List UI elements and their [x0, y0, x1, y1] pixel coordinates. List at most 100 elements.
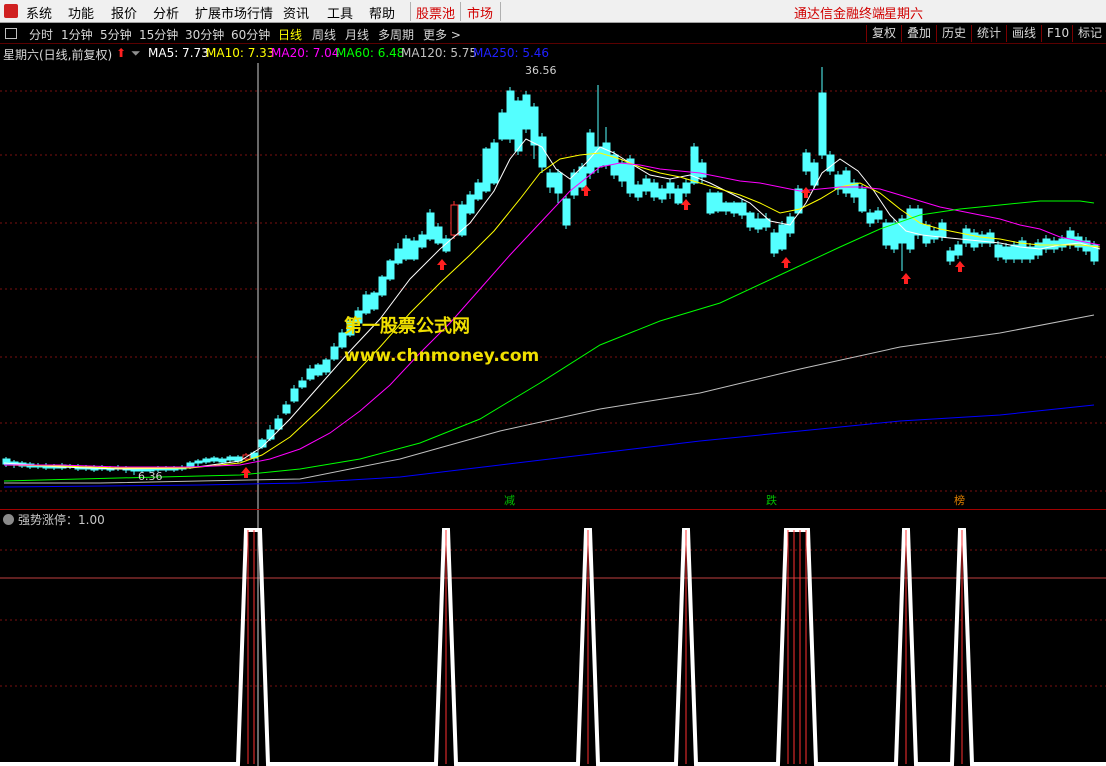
- candle: [450, 201, 459, 239]
- period-tab-more[interactable]: 更多 >: [423, 26, 461, 43]
- period-tab-15min[interactable]: 15分钟: [139, 26, 178, 43]
- candle: [874, 207, 883, 223]
- candle: [554, 169, 563, 203]
- candle-body: [202, 458, 211, 463]
- candle-body: [650, 182, 659, 198]
- draw-line-button[interactable]: 画线: [1006, 25, 1041, 42]
- candle-body: [842, 170, 851, 194]
- history-button[interactable]: 历史: [936, 25, 971, 42]
- period-tab-monthly[interactable]: 月线: [345, 26, 369, 43]
- statistics-button[interactable]: 统计: [971, 25, 1006, 42]
- candle-body: [634, 184, 643, 198]
- candle: [514, 97, 523, 155]
- candle-body: [850, 182, 859, 198]
- menu-analysis[interactable]: 分析: [153, 3, 179, 22]
- candle-body: [554, 172, 563, 194]
- dropdown-icon[interactable]: ⏷: [131, 46, 141, 61]
- candle: [394, 243, 403, 265]
- period-tab-60min[interactable]: 60分钟: [231, 26, 270, 43]
- candle: [482, 147, 491, 193]
- candle: [1002, 243, 1011, 263]
- candle: [330, 343, 339, 361]
- candle-body: [586, 132, 595, 174]
- candle-body: [410, 240, 419, 260]
- candle-body: [418, 234, 427, 248]
- period-tab-weekly[interactable]: 周线: [312, 26, 336, 43]
- candle-body: [506, 90, 515, 140]
- menu-help[interactable]: 帮助: [369, 3, 395, 22]
- candle-body: [474, 182, 483, 200]
- candle-body: [482, 148, 491, 192]
- period-tab-5min[interactable]: 5分钟: [100, 26, 132, 43]
- candle-body: [282, 404, 291, 414]
- period-tab-multi[interactable]: 多周期: [378, 26, 414, 43]
- candle: [1010, 241, 1019, 263]
- candle: [594, 85, 603, 173]
- signal-up-arrow-icon: [901, 273, 911, 284]
- menu-system[interactable]: 系统: [26, 3, 52, 22]
- up-arrow-icon: ⬆: [116, 46, 127, 60]
- chart-marker: 榜: [954, 493, 965, 507]
- candle-body: [706, 192, 715, 214]
- ma20-line: [4, 162, 1101, 468]
- ma5-value: MA5: 7.73: [148, 46, 209, 60]
- candle-body: [266, 429, 275, 440]
- candle-body: [738, 202, 747, 216]
- period-tab-daily[interactable]: 日线: [278, 26, 302, 43]
- watermark-url: www.chnmoney.com: [344, 346, 540, 366]
- candle: [722, 201, 731, 215]
- candle-body: [290, 388, 299, 402]
- menu-divider: [500, 2, 501, 21]
- window-toggle-icon[interactable]: [5, 28, 17, 39]
- f10-button[interactable]: F10: [1041, 25, 1074, 42]
- candle-body: [514, 100, 523, 152]
- candle-body: [594, 146, 603, 168]
- menu-tools[interactable]: 工具: [327, 3, 353, 22]
- candle: [778, 221, 787, 251]
- candle-body: [666, 182, 675, 194]
- watermark-title: 第一股票公式网: [344, 316, 470, 337]
- market-button[interactable]: 市场: [467, 3, 493, 22]
- candle-body: [674, 188, 683, 204]
- candle: [706, 189, 715, 215]
- signal-up-arrow-icon: [241, 467, 251, 478]
- indicator-chart[interactable]: [0, 510, 1106, 766]
- menu-extended-market[interactable]: 扩展市场行情: [195, 3, 273, 22]
- adjust-button[interactable]: 复权: [866, 25, 901, 42]
- candle-body: [562, 198, 571, 226]
- candle-body: [530, 106, 539, 146]
- candle: [210, 456, 219, 463]
- ma120-value: MA120: 5.75: [401, 46, 478, 60]
- candle: [682, 179, 691, 197]
- mark-button[interactable]: 标记: [1072, 25, 1106, 42]
- period-tab-1min[interactable]: 1分钟: [61, 26, 93, 43]
- menu-news[interactable]: 资讯: [283, 3, 309, 22]
- candle: [434, 223, 443, 245]
- menu-divider: [460, 2, 461, 21]
- candle: [994, 241, 1003, 261]
- period-toolbar: 分时 1分钟 5分钟 15分钟 30分钟 60分钟 日线 周线 月线 多周期 更…: [0, 23, 1106, 44]
- candle: [498, 109, 507, 141]
- candle: [858, 185, 867, 213]
- chart-title: 星期六(日线,前复权): [3, 48, 113, 62]
- candle: [770, 229, 779, 257]
- menu-quote[interactable]: 报价: [111, 3, 137, 22]
- ma10-value: MA10: 7.33: [206, 46, 275, 60]
- kline-chart[interactable]: 36.56 6.36 减 跌 榜: [0, 63, 1106, 509]
- period-tab-timeshare[interactable]: 分时: [29, 26, 53, 43]
- menu-function[interactable]: 功能: [68, 3, 94, 22]
- overlay-button[interactable]: 叠加: [901, 25, 936, 42]
- candle: [746, 211, 755, 231]
- stock-pool-button[interactable]: 股票池: [416, 3, 455, 22]
- candle-body: [930, 230, 939, 240]
- candle-body: [754, 218, 763, 230]
- candle: [306, 365, 315, 381]
- candle-body: [642, 178, 651, 192]
- candle-body: [402, 238, 411, 260]
- candle: [866, 209, 875, 227]
- candle-body: [450, 204, 459, 236]
- candle: [642, 175, 651, 195]
- candle-body: [490, 142, 499, 184]
- candle-body: [226, 456, 235, 461]
- period-tab-30min[interactable]: 30分钟: [185, 26, 224, 43]
